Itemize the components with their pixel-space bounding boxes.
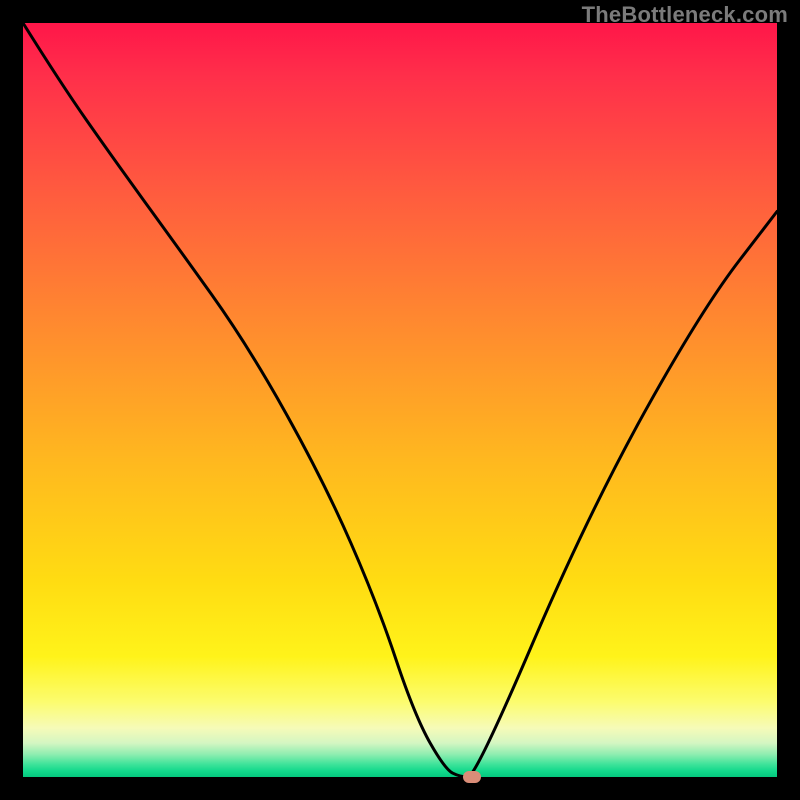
plot-area	[23, 23, 777, 777]
bottleneck-curve	[23, 23, 777, 777]
chart-frame: TheBottleneck.com	[0, 0, 800, 800]
curve-path	[23, 23, 777, 777]
optimal-point-marker	[463, 771, 481, 783]
